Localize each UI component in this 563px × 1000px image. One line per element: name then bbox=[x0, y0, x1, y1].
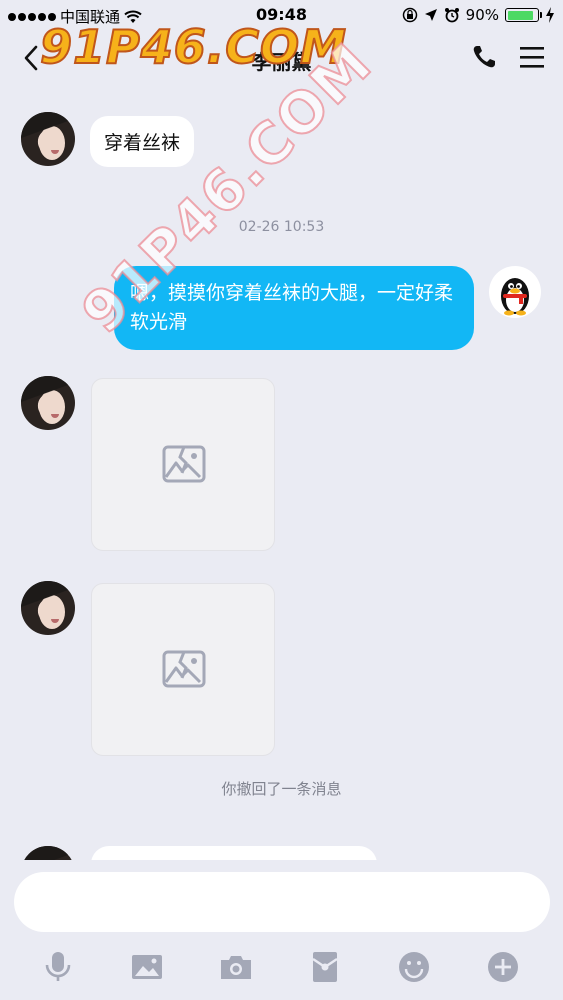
contact-avatar[interactable] bbox=[21, 376, 75, 430]
image-message[interactable] bbox=[91, 378, 275, 551]
message-text: 穿着丝袜 bbox=[104, 132, 181, 154]
penguin-avatar-icon bbox=[501, 278, 529, 316]
image-placeholder-icon bbox=[162, 650, 206, 688]
message-bubble-incoming[interactable]: 穿着丝袜 bbox=[90, 116, 195, 167]
message-text: 嗯，摸摸你穿着丝袜的大腿，一定好柔软光滑 bbox=[130, 282, 454, 333]
my-avatar[interactable] bbox=[489, 266, 541, 318]
red-packet-icon[interactable] bbox=[308, 950, 342, 984]
image-icon[interactable] bbox=[130, 950, 164, 984]
plus-icon[interactable] bbox=[486, 950, 520, 984]
microphone-icon[interactable] bbox=[41, 950, 75, 984]
battery-icon bbox=[505, 8, 542, 22]
alarm-icon bbox=[444, 8, 459, 23]
battery-percent: 90% bbox=[465, 6, 499, 24]
chat-area[interactable]: 穿着丝袜 02-26 10:53 嗯，摸摸你穿着丝袜的大腿，一定好柔软光滑 你撤… bbox=[0, 86, 563, 860]
message-timestamp: 02-26 10:53 bbox=[238, 219, 325, 235]
contact-avatar[interactable] bbox=[21, 846, 75, 860]
call-button[interactable] bbox=[471, 44, 497, 70]
location-icon bbox=[424, 9, 437, 21]
contact-avatar[interactable] bbox=[21, 581, 75, 635]
message-bubble-incoming[interactable] bbox=[91, 846, 377, 860]
charging-icon bbox=[546, 7, 554, 23]
camera-icon[interactable] bbox=[219, 950, 253, 984]
menu-button[interactable] bbox=[519, 44, 545, 70]
message-input[interactable] bbox=[14, 872, 550, 932]
emoji-icon[interactable] bbox=[397, 950, 431, 984]
image-placeholder-icon bbox=[162, 445, 206, 483]
image-message[interactable] bbox=[91, 583, 275, 756]
status-right: 90% bbox=[402, 6, 555, 24]
rotation-lock-icon bbox=[402, 7, 417, 23]
input-toolbar bbox=[0, 944, 563, 994]
contact-avatar[interactable] bbox=[21, 112, 75, 166]
watermark: 91P46.COM bbox=[39, 19, 347, 75]
recall-notice: 你撤回了一条消息 bbox=[221, 780, 342, 798]
input-area bbox=[0, 860, 563, 1000]
